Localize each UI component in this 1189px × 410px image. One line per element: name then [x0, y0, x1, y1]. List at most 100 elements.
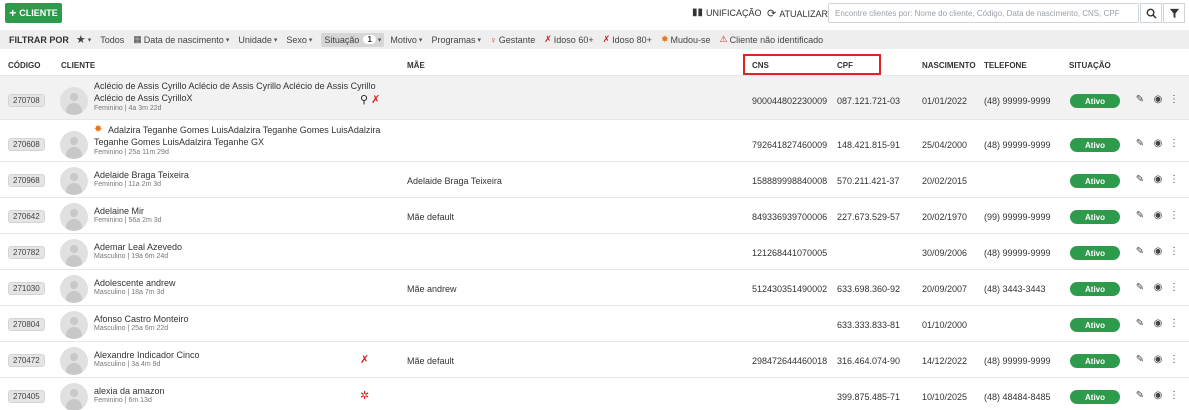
header-code[interactable]: CÓDIGO: [8, 61, 40, 70]
avatar: [60, 167, 88, 195]
filter-reason[interactable]: Motivo ▾: [390, 35, 422, 45]
elderly-icon: ✗: [544, 34, 552, 44]
eye-icon[interactable]: ◉: [1153, 282, 1163, 293]
cpf-value: 570.211.421-37: [837, 176, 900, 186]
client-name[interactable]: Adelaine Mir: [94, 205, 384, 217]
client-name[interactable]: Alexandre Indicador Cinco: [94, 349, 384, 361]
plus-icon: +: [9, 6, 17, 20]
birth-date: 25/04/2000: [922, 140, 968, 150]
eye-icon[interactable]: ◉: [1153, 138, 1163, 149]
filter-birth-date[interactable]: ▦ Data de nascimento ▾: [133, 34, 229, 45]
filter-unidentified[interactable]: ⚠ Cliente não identificado: [720, 34, 824, 45]
highlight-box: [743, 54, 881, 75]
client-name[interactable]: Aclécio de Assis Cyrillo Aclécio de Assi…: [94, 80, 384, 104]
client-name[interactable]: Afonso Castro Monteiro: [94, 313, 384, 325]
more-vertical-icon[interactable]: ⋮: [1169, 390, 1179, 401]
new-client-label: CLIENTE: [19, 8, 58, 18]
table-row[interactable]: 270608 Adalzira Teganhe Gomes LuisAdalzi…: [0, 119, 1189, 161]
eye-icon[interactable]: ◉: [1153, 246, 1163, 257]
table-row[interactable]: 270968 Adelaide Braga Teixeira Feminino …: [0, 161, 1189, 197]
client-name[interactable]: alexia da amazon: [94, 385, 384, 397]
mother-name: Mãe andrew: [407, 284, 457, 294]
filter-situation[interactable]: Situação 1 ▾: [321, 32, 385, 47]
header-client[interactable]: CLIENTE: [61, 61, 95, 70]
avatar: [60, 311, 88, 339]
client-code: 270472: [8, 354, 45, 367]
favorites-filter[interactable]: ★ ▾: [76, 33, 91, 46]
pencil-icon[interactable]: ✎: [1135, 94, 1145, 105]
header-phone[interactable]: TELEFONE: [984, 61, 1027, 70]
phone-value: (48) 3443-3443: [984, 284, 1046, 294]
table-row[interactable]: 270642 Adelaine Mir Feminino | 56a 2m 3d…: [0, 197, 1189, 233]
eye-icon[interactable]: ◉: [1153, 354, 1163, 365]
client-details: Feminino | 25a 11m 29d: [94, 149, 169, 156]
eye-icon[interactable]: ◉: [1153, 174, 1163, 185]
search-input[interactable]: [828, 3, 1139, 23]
filter-elderly-60[interactable]: ✗ Idoso 60+: [544, 34, 593, 45]
more-vertical-icon[interactable]: ⋮: [1169, 354, 1179, 365]
table-row[interactable]: 270472 Alexandre Indicador Cinco Masculi…: [0, 341, 1189, 377]
more-vertical-icon[interactable]: ⋮: [1169, 210, 1179, 221]
filter-pregnant[interactable]: ♀ Gestante: [490, 35, 535, 45]
birth-date: 01/01/2022: [922, 96, 968, 106]
filter-moved[interactable]: ✸ Mudou-se: [661, 34, 711, 45]
client-name[interactable]: Adelaide Braga Teixeira: [94, 169, 384, 181]
unification-button[interactable]: ▮▮ UNIFICAÇÃO: [692, 7, 762, 18]
pencil-icon[interactable]: ✎: [1135, 138, 1145, 149]
filter-bar: FILTRAR POR ★ ▾ Todos ▦ Data de nasciment…: [0, 30, 1189, 49]
header-mother[interactable]: MÃE: [407, 61, 425, 70]
client-code: 270608: [8, 138, 45, 151]
pencil-icon[interactable]: ✎: [1135, 210, 1145, 221]
filter-sex[interactable]: Sexo ▾: [286, 35, 312, 45]
cpf-value: 316.464.074-90: [837, 356, 901, 366]
filter-button[interactable]: [1163, 3, 1185, 23]
eye-icon[interactable]: ◉: [1153, 390, 1163, 401]
client-name[interactable]: Adalzira Teganhe Gomes LuisAdalzira Tega…: [94, 124, 384, 148]
more-vertical-icon[interactable]: ⋮: [1169, 318, 1179, 329]
eye-icon[interactable]: ◉: [1153, 318, 1163, 329]
filter-elderly-80-label: Idoso 80+: [612, 34, 652, 45]
pencil-icon[interactable]: ✎: [1135, 390, 1145, 401]
pencil-icon[interactable]: ✎: [1135, 282, 1145, 293]
birth-date: 01/10/2000: [922, 320, 968, 330]
cns-value: 298472644460018: [752, 356, 828, 366]
pencil-icon[interactable]: ✎: [1135, 174, 1145, 185]
table-row[interactable]: 270804 Afonso Castro Monteiro Masculino …: [0, 305, 1189, 341]
phone-value: (48) 99999-9999: [984, 356, 1051, 366]
warning-icon: ⚠: [719, 34, 728, 44]
pencil-icon[interactable]: ✎: [1135, 318, 1145, 329]
chevron-down-icon: ▾: [87, 36, 92, 44]
header-status[interactable]: SITUAÇÃO: [1069, 61, 1111, 70]
filter-all[interactable]: Todos: [100, 35, 124, 45]
search-button[interactable]: [1140, 3, 1162, 23]
more-vertical-icon[interactable]: ⋮: [1169, 282, 1179, 293]
client-details: Masculino | 25a 6m 22d: [94, 325, 169, 332]
filter-unit-label: Unidade: [238, 34, 272, 45]
birth-date: 30/09/2006: [922, 248, 968, 258]
more-vertical-icon[interactable]: ⋮: [1169, 94, 1179, 105]
more-vertical-icon[interactable]: ⋮: [1169, 138, 1179, 149]
filter-elderly-80[interactable]: ✗ Idoso 80+: [603, 34, 652, 45]
phone-value: (48) 99999-9999: [984, 248, 1051, 258]
table-row[interactable]: 270405 alexia da amazon Feminino | 6m 13…: [0, 377, 1189, 410]
table-row[interactable]: 271030 Adolescente andrew Masculino | 18…: [0, 269, 1189, 305]
eye-icon[interactable]: ◉: [1153, 94, 1163, 105]
eye-icon[interactable]: ◉: [1153, 210, 1163, 221]
client-name[interactable]: Ademar Leal Azevedo: [94, 241, 384, 253]
refresh-button[interactable]: ⟳ ATUALIZAR: [767, 7, 828, 20]
new-client-button[interactable]: + CLIENTE: [5, 3, 62, 23]
client-code: 270708: [8, 94, 45, 107]
header-birth[interactable]: NASCIMENTO: [922, 61, 976, 70]
phone-value: (99) 99999-9999: [984, 212, 1051, 222]
more-vertical-icon[interactable]: ⋮: [1169, 174, 1179, 185]
table-row[interactable]: 270782 Ademar Leal Azevedo Masculino | 1…: [0, 233, 1189, 269]
filter-unit[interactable]: Unidade ▾: [238, 35, 277, 45]
table-row[interactable]: 270708 Aclécio de Assis Cyrillo Aclécio …: [0, 75, 1189, 119]
client-name[interactable]: Adolescente andrew: [94, 277, 384, 289]
filter-reason-label: Motivo: [390, 34, 417, 45]
top-bar: + CLIENTE ▮▮ UNIFICAÇÃO ⟳ ATUALIZAR: [0, 0, 1189, 28]
filter-programs[interactable]: Programas ▾: [431, 35, 481, 45]
pencil-icon[interactable]: ✎: [1135, 246, 1145, 257]
more-vertical-icon[interactable]: ⋮: [1169, 246, 1179, 257]
pencil-icon[interactable]: ✎: [1135, 354, 1145, 365]
